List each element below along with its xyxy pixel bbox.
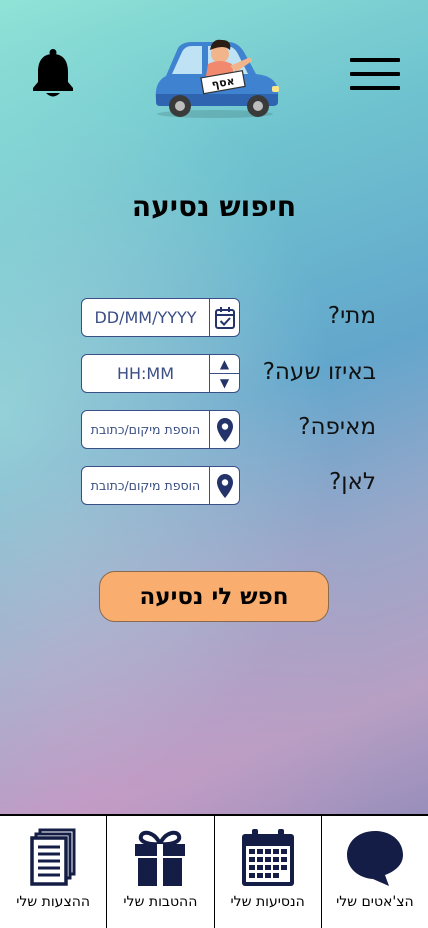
location-pin-icon[interactable]: [209, 411, 239, 448]
destination-placeholder: הוספת מיקום/כתובת: [90, 478, 201, 493]
chevron-down-icon[interactable]: ▼: [210, 374, 239, 392]
destination-field[interactable]: הוספת מיקום/כתובת: [81, 466, 240, 505]
chat-bubble-icon: [345, 828, 405, 892]
nav-label-benefits: ההטבות שלי: [123, 894, 198, 910]
location-pin-icon[interactable]: [209, 467, 239, 504]
nav-label-chats: הצ'אטים שלי: [336, 894, 414, 910]
origin-placeholder: הוספת מיקום/כתובת: [90, 422, 201, 437]
search-ride-button[interactable]: חפש לי נסיעה: [99, 571, 329, 622]
gift-icon: [133, 828, 187, 892]
calendar-grid-icon: [240, 828, 296, 892]
menu-icon[interactable]: [350, 56, 402, 92]
bottom-nav: הצ'אטים שלי הנסיעות שלי ההטבות שלי ההצעו…: [0, 814, 428, 928]
origin-label: מאיפה?: [298, 414, 376, 440]
page-title: חיפוש נסיעה: [131, 190, 297, 223]
date-field[interactable]: DD/MM/YYYY: [81, 298, 240, 337]
calendar-icon[interactable]: [209, 299, 239, 336]
nav-label-offers: ההצעות שלי: [16, 894, 91, 910]
nav-label-rides: הנסיעות שלי: [230, 894, 305, 910]
time-value: HH:MM: [116, 364, 175, 383]
time-stepper[interactable]: ▲ ▼: [209, 355, 239, 392]
time-label: באיזו שעה?: [262, 359, 376, 385]
date-label: מתי?: [327, 303, 376, 329]
date-value: DD/MM/YYYY: [94, 308, 197, 327]
nav-item-chats[interactable]: הצ'אטים שלי: [320, 816, 428, 928]
notification-bell-icon[interactable]: [30, 48, 76, 100]
background: [0, 0, 428, 926]
app-logo: אסף: [148, 30, 282, 120]
time-field[interactable]: HH:MM ▲ ▼: [81, 354, 240, 393]
chevron-up-icon[interactable]: ▲: [210, 355, 239, 374]
origin-field[interactable]: הוספת מיקום/כתובת: [81, 410, 240, 449]
nav-item-offers[interactable]: ההצעות שלי: [0, 816, 106, 928]
destination-label: לאן?: [329, 469, 376, 495]
nav-item-benefits[interactable]: ההטבות שלי: [106, 816, 213, 928]
nav-item-rides[interactable]: הנסיעות שלי: [213, 816, 321, 928]
documents-icon: [28, 828, 78, 892]
